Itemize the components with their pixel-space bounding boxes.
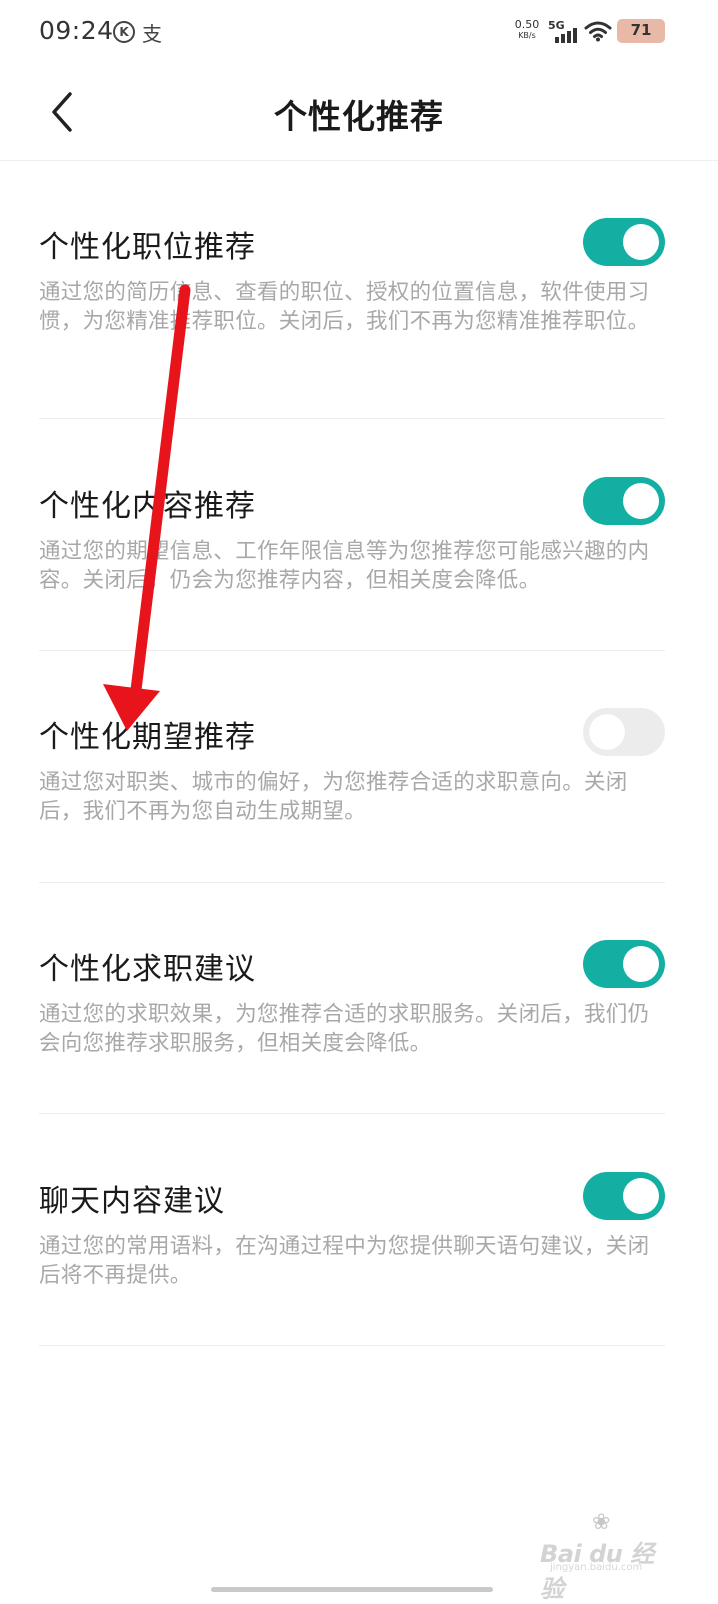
battery-icon: 71	[617, 19, 665, 43]
setting-chat-suggestion: 聊天内容建议 通过您的常用语料，在沟通过程中为您提供聊天语句建议，关闭后将不再提…	[39, 1172, 665, 1351]
toggle-knob	[623, 946, 659, 982]
network-speed-value: 0.50	[514, 18, 540, 31]
setting-expectation-recommendation: 个性化期望推荐 通过您对职类、城市的偏好，为您推荐合适的求职意向。关闭后，我们不…	[39, 708, 665, 887]
divider	[39, 650, 665, 651]
page-title: 个性化推荐	[274, 97, 444, 136]
divider	[39, 882, 665, 883]
paw-icon: ❀	[592, 1510, 611, 1535]
toggle-knob	[623, 1178, 659, 1214]
setting-content-recommendation: 个性化内容推荐 通过您的期望信息、工作年限信息等为您推荐您可能感兴趣的内容。关闭…	[39, 477, 665, 656]
network-speed: 0.50 KB/s	[512, 19, 542, 41]
toggle-knob	[623, 483, 659, 519]
status-time: 09:24	[39, 16, 114, 45]
setting-job-recommendation: 个性化职位推荐 通过您的简历信息、查看的职位、授权的位置信息，软件使用习惯，为您…	[39, 218, 665, 422]
toggle-knob	[623, 224, 659, 260]
signal-bar	[573, 28, 577, 43]
signal-bar	[567, 31, 571, 43]
job-recommendation-toggle[interactable]	[583, 218, 665, 266]
network-speed-unit: KB/s	[518, 31, 536, 40]
setting-description: 通过您的常用语料，在沟通过程中为您提供聊天语句建议，关闭后将不再提供。	[39, 1234, 650, 1288]
signal-bar	[561, 34, 565, 43]
setting-description: 通过您对职类、城市的偏好，为您推荐合适的求职意向。关闭后，我们不再为您自动生成期…	[39, 770, 628, 824]
setting-description: 通过您的求职效果，为您推荐合适的求职服务。关闭后，我们仍会向您推荐求职服务，但相…	[39, 1002, 650, 1056]
setting-description: 通过您的简历信息、查看的职位、授权的位置信息，软件使用习惯，为您精准推荐职位。关…	[39, 280, 650, 334]
setting-job-advice: 个性化求职建议 通过您的求职效果，为您推荐合适的求职服务。关闭后，我们仍会向您推…	[39, 940, 665, 1119]
setting-title: 聊天内容建议	[39, 1184, 225, 1219]
network-type: 5G	[548, 19, 565, 32]
battery-level: 71	[630, 21, 652, 39]
alipay-icon: 支	[142, 22, 162, 46]
watermark-url: jingyan.baidu.com	[550, 1562, 643, 1573]
divider	[39, 418, 665, 419]
home-indicator[interactable]	[211, 1587, 493, 1592]
divider	[39, 1113, 665, 1114]
cellular-signal-icon: 5G	[547, 19, 581, 43]
content-recommendation-toggle[interactable]	[583, 477, 665, 525]
setting-title: 个性化职位推荐	[39, 230, 256, 265]
setting-title: 个性化内容推荐	[39, 489, 256, 524]
wifi-icon	[584, 21, 612, 42]
job-advice-toggle[interactable]	[583, 940, 665, 988]
k-app-icon: K	[113, 21, 135, 43]
status-bar: 09:24 K 支 0.50 KB/s 5G 71	[0, 0, 718, 64]
setting-title: 个性化求职建议	[39, 952, 256, 987]
baidu-jingyan-watermark: ❀ Bai du 经验 jingyan.baidu.com	[540, 1510, 668, 1603]
toggle-knob	[589, 714, 625, 750]
signal-bar	[555, 37, 559, 43]
setting-title: 个性化期望推荐	[39, 720, 256, 755]
divider	[39, 1345, 665, 1346]
setting-description: 通过您的期望信息、工作年限信息等为您推荐您可能感兴趣的内容。关闭后，仍会为您推荐…	[39, 539, 650, 593]
nav-bar: 个性化推荐	[0, 64, 718, 161]
expectation-recommendation-toggle[interactable]	[583, 708, 665, 756]
chat-suggestion-toggle[interactable]	[583, 1172, 665, 1220]
